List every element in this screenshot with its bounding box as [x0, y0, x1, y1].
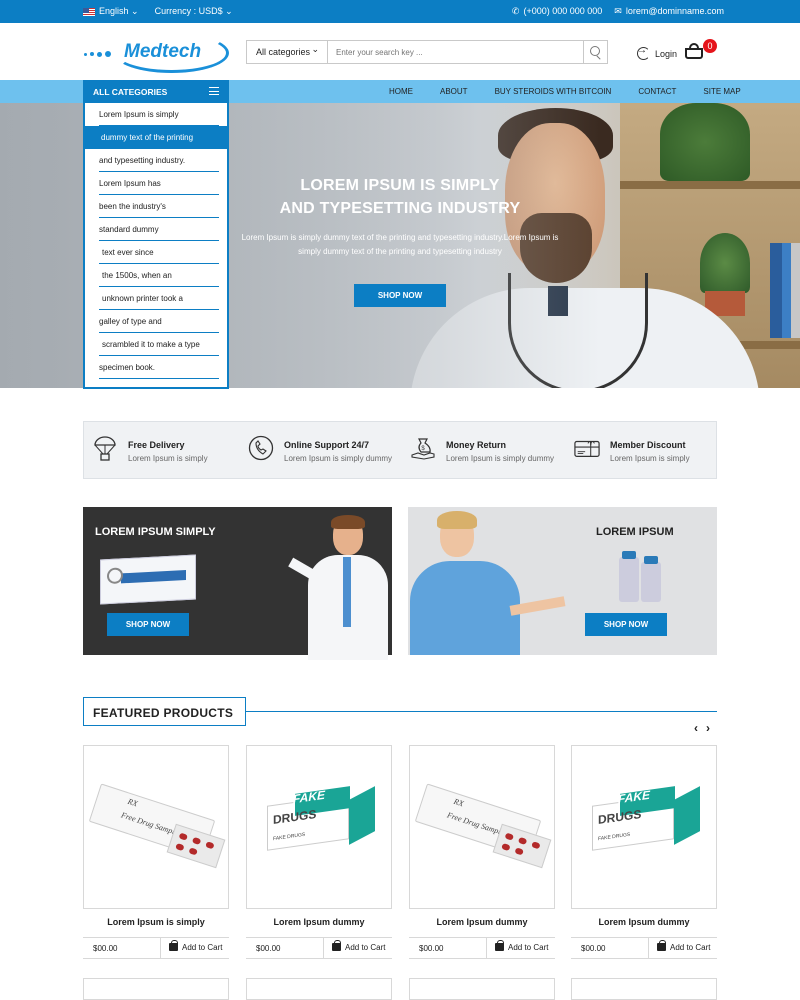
- category-item[interactable]: the 1500s, when an: [85, 264, 227, 287]
- login-icon: [637, 45, 650, 60]
- nav-site-map[interactable]: SITE MAP: [703, 87, 740, 96]
- money-bag-icon: $: [411, 438, 435, 460]
- nav-home[interactable]: HOME: [389, 87, 413, 96]
- login-link[interactable]: Login: [637, 45, 677, 60]
- fake-drugs-box-image: FAKE DRUGS FAKE DRUGS: [592, 786, 702, 851]
- category-item[interactable]: scrambled it to make a type: [85, 333, 227, 356]
- cart-count-badge: 0: [703, 39, 717, 53]
- product-card[interactable]: FAKE DRUGS FAKE DRUGS: [571, 745, 717, 909]
- add-to-cart-button[interactable]: Add to Cart: [486, 938, 548, 958]
- carousel-arrows: ‹›: [694, 721, 718, 735]
- product-name[interactable]: Lorem Ipsum dummy: [246, 917, 392, 927]
- chevron-left-icon[interactable]: ‹: [694, 721, 706, 735]
- product-price: $00.00: [93, 944, 118, 953]
- svg-text:$: $: [421, 446, 425, 452]
- shopping-bag-icon: [332, 940, 341, 951]
- product-card[interactable]: [571, 978, 717, 1000]
- search-icon[interactable]: [583, 41, 607, 63]
- product-actions: $00.00 Add to Cart: [246, 937, 392, 959]
- category-item[interactable]: galley of type and: [85, 310, 227, 333]
- language-selector[interactable]: English ⌄: [83, 6, 139, 17]
- top-bar: English ⌄ Currency : USD$ ⌄ ✆ (+000) 000 …: [0, 0, 800, 23]
- heading-divider: [246, 711, 717, 712]
- add-to-cart-button[interactable]: Add to Cart: [160, 938, 222, 958]
- parachute-box-icon: [94, 436, 116, 461]
- search-category-select[interactable]: All categories: [247, 41, 328, 63]
- category-item[interactable]: text ever since: [85, 241, 227, 264]
- phone-icon: ✆: [511, 6, 520, 16]
- product-card[interactable]: RX Free Drug Sample: [83, 745, 229, 909]
- promo-shop-now-button[interactable]: SHOP NOW: [585, 613, 667, 636]
- shopping-bag-icon: [657, 940, 666, 951]
- category-item[interactable]: Lorem Ipsum is simply: [85, 103, 227, 126]
- promo-banner-title: LOREM IPSUM SIMPLY: [95, 526, 216, 538]
- all-categories-toggle[interactable]: ALL CATEGORIES: [83, 80, 229, 103]
- product-actions: $00.00 Add to Cart: [571, 937, 717, 959]
- nav-buy-steroids[interactable]: BUY STEROIDS WITH BITCOIN: [495, 87, 612, 96]
- logo[interactable]: Medtech: [84, 31, 234, 75]
- promo-shop-now-button[interactable]: SHOP NOW: [107, 613, 189, 636]
- hamburger-icon: [209, 87, 219, 95]
- product-card[interactable]: [246, 978, 392, 1000]
- product-price: $00.00: [581, 944, 606, 953]
- phone-icon: [248, 435, 274, 461]
- chevron-right-icon[interactable]: ›: [706, 721, 718, 735]
- product-actions: $00.00 Add to Cart: [409, 937, 555, 959]
- gift-card-icon: [574, 440, 600, 457]
- email-contact[interactable]: ✉ lorem@dominname.com: [614, 6, 724, 17]
- category-item[interactable]: unknown printer took a: [85, 287, 227, 310]
- hero-title: LOREM IPSUM IS SIMPLY AND TYPESETTING IN…: [279, 177, 521, 217]
- category-item[interactable]: standard dummy: [85, 218, 227, 241]
- medicine-box-image: [100, 554, 196, 605]
- envelope-icon: ✉: [614, 6, 622, 16]
- product-price: $00.00: [419, 944, 444, 953]
- shopping-bag-icon: [495, 940, 504, 951]
- hero-subtitle: Lorem Ipsum is simply dummy text of the …: [241, 233, 559, 256]
- category-item[interactable]: Lorem Ipsum has: [85, 172, 227, 195]
- nav-menu: HOME ABOUT BUY STEROIDS WITH BITCOIN CON…: [389, 87, 741, 96]
- nav-about[interactable]: ABOUT: [440, 87, 468, 96]
- category-item[interactable]: and typesetting industry.: [85, 149, 227, 172]
- category-item-active[interactable]: dummy text of the printing: [85, 126, 227, 149]
- us-flag-icon: [83, 7, 95, 16]
- hero-shop-now-button[interactable]: SHOP NOW: [354, 284, 446, 307]
- currency-selector[interactable]: Currency : USD$ ⌄: [155, 6, 233, 17]
- fake-drugs-box-image: FAKE DRUGS FAKE DRUGS: [267, 786, 377, 851]
- shopping-bag-icon: [169, 940, 178, 951]
- product-card[interactable]: [83, 978, 229, 1000]
- product-card[interactable]: FAKE DRUGS FAKE DRUGS: [246, 745, 392, 909]
- product-name[interactable]: Lorem Ipsum dummy: [409, 917, 555, 927]
- promo-banner-light[interactable]: LOREM IPSUM SHOP NOW: [408, 507, 717, 655]
- cart-button[interactable]: 0: [685, 39, 717, 61]
- features-strip: Free Delivery Lorem Ipsum is simply Onli…: [83, 421, 717, 479]
- search-bar: All categories: [246, 40, 608, 64]
- promo-banner-title: LOREM IPSUM: [596, 526, 674, 538]
- add-to-cart-button[interactable]: Add to Cart: [323, 938, 385, 958]
- vials-image: [613, 547, 663, 602]
- nav-contact[interactable]: CONTACT: [638, 87, 676, 96]
- product-card[interactable]: RX Free Drug Sample: [409, 745, 555, 909]
- pointing-doctor-image: [288, 515, 393, 660]
- logo-dots-icon: [84, 51, 111, 57]
- category-list: Lorem Ipsum is simply dummy text of the …: [83, 103, 229, 389]
- search-input[interactable]: [328, 41, 583, 63]
- phone-contact[interactable]: ✆ (+000) 000 000 000: [512, 6, 602, 17]
- category-item[interactable]: been the industry's: [85, 195, 227, 218]
- category-item[interactable]: specimen book.: [85, 356, 227, 379]
- drug-sample-box-image: RX Free Drug Sample: [414, 783, 552, 871]
- product-name[interactable]: Lorem Ipsum dummy: [571, 917, 717, 927]
- basket-icon: [685, 48, 703, 59]
- add-to-cart-button[interactable]: Add to Cart: [648, 938, 710, 958]
- drug-sample-box-image: RX Free Drug Sample: [88, 783, 226, 871]
- product-name[interactable]: Lorem Ipsum is simply: [83, 917, 229, 927]
- product-price: $00.00: [256, 944, 281, 953]
- promo-banner-dark[interactable]: LOREM IPSUM SIMPLY SHOP NOW: [83, 507, 393, 660]
- logo-text: Medtech: [124, 41, 202, 62]
- header: Medtech All categories Login 0: [0, 23, 800, 80]
- product-actions: $00.00 Add to Cart: [83, 937, 229, 959]
- featured-products-heading: FEATURED PRODUCTS: [83, 697, 246, 726]
- nurse-image: [410, 511, 566, 655]
- product-card[interactable]: [409, 978, 555, 1000]
